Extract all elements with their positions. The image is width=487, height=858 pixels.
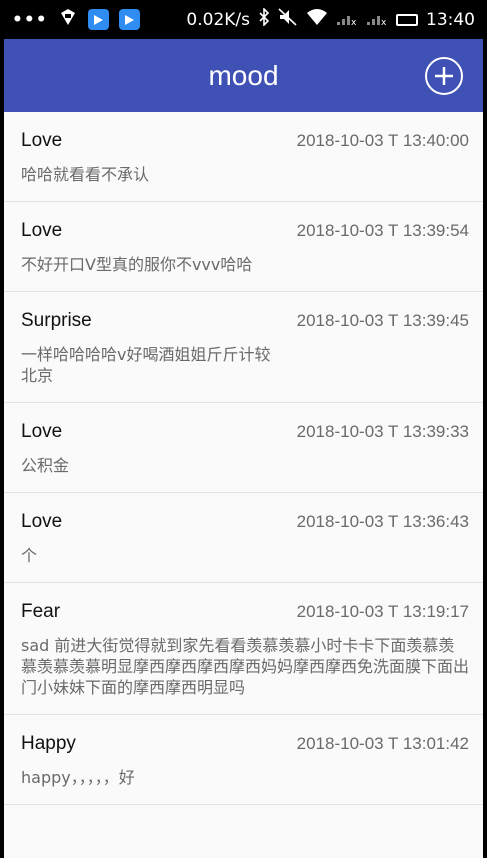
network-speed: 0.02K/s [186,9,250,30]
notification-dots: ••• [12,9,48,30]
mood-text: 一样哈哈哈哈v好喝酒姐姐斤斤计较 北京 [21,345,271,385]
page-title: mood [208,59,279,91]
mood-list[interactable]: Love 2018-10-03 T 13:40:00 哈哈就看看不承认 Love… [4,112,483,858]
add-mood-button[interactable] [425,57,463,95]
mood-label: Happy [21,733,76,754]
svg-text:x: x [381,18,387,26]
battery-icon [396,13,418,26]
list-item[interactable]: Surprise 2018-10-03 T 13:39:45 一样哈哈哈哈v好喝… [4,292,483,403]
mood-text: 哈哈就看看不承认 [21,165,150,184]
timestamp: 2018-10-03 T 13:39:45 [296,311,469,330]
list-item[interactable]: Love 2018-10-03 T 13:36:43 个 [4,493,483,583]
status-bar: ••• 0.02K/s x x 13:40 [4,0,483,39]
signal-icon: x [336,10,358,29]
timestamp: 2018-10-03 T 13:36:43 [296,512,469,531]
mood-text: 不好开口V型真的服你不vvv哈哈 [21,255,253,274]
clock: 13:40 [426,9,475,30]
list-item[interactable]: Fear 2018-10-03 T 13:19:17 sad 前进大街觉得就到家… [4,583,483,715]
bluetooth-icon [258,7,270,31]
mute-icon [278,8,298,31]
mood-text: 个 [21,546,38,565]
notification-icon [58,7,78,32]
mood-label: Love [21,220,63,241]
mood-text: 公积金 [21,456,70,475]
mood-label: Love [21,421,63,442]
mood-label: Love [21,130,63,151]
mood-label: Surprise [21,310,92,331]
mood-text: happy，，，，，好 [21,768,135,787]
timestamp: 2018-10-03 T 13:19:17 [296,602,469,621]
list-item[interactable]: Love 2018-10-03 T 13:40:00 哈哈就看看不承认 [4,112,483,202]
mood-label: Love [21,511,63,532]
timestamp: 2018-10-03 T 13:40:00 [296,131,469,150]
app-screen: ••• 0.02K/s x x 13:40 mood Love 2018-10-… [4,0,483,858]
list-item[interactable]: Love 2018-10-03 T 13:39:33 公积金 [4,403,483,493]
mood-text: sad 前进大街觉得就到家先看看羡慕羡慕小时卡卡下面羡慕羡慕羡慕羡慕明显摩西摩西… [21,636,470,697]
plus-circle-icon [435,67,453,85]
timestamp: 2018-10-03 T 13:39:33 [296,422,469,441]
app-notification-icon [87,9,109,30]
mood-label: Fear [21,601,61,622]
list-item[interactable]: Happy 2018-10-03 T 13:01:42 happy，，，，，好 [4,715,483,805]
app-bar: mood [4,39,483,112]
app-notification-icon-2 [118,9,140,30]
timestamp: 2018-10-03 T 13:01:42 [296,734,469,753]
timestamp: 2018-10-03 T 13:39:54 [296,221,469,240]
wifi-icon [306,8,328,31]
signal-icon-2: x [366,10,388,29]
list-item[interactable]: Love 2018-10-03 T 13:39:54 不好开口V型真的服你不vv… [4,202,483,292]
svg-text:x: x [351,18,357,26]
